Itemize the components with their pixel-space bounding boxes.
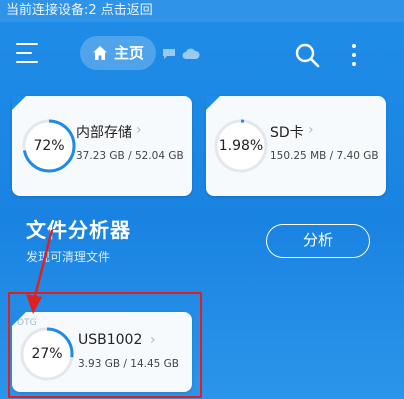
internal-usage-percent: 72% — [33, 138, 65, 154]
file-analyzer-title: 文件分析器 — [26, 218, 131, 242]
message-icon[interactable] — [162, 48, 176, 60]
annotation-highlight-box — [8, 292, 202, 398]
chevron-right-icon: › — [136, 122, 142, 138]
more-vert-icon[interactable] — [348, 42, 360, 68]
status-bar-text[interactable]: 当前连接设备:2 点击返回 — [6, 3, 153, 18]
status-bar[interactable]: 当前连接设备:2 点击返回 — [0, 0, 404, 22]
card-corner-notch — [206, 96, 220, 110]
home-tab[interactable]: 主页 — [80, 36, 156, 70]
internal-storage-title: 内部存储 — [76, 125, 132, 141]
card-corner-notch — [12, 96, 26, 110]
home-icon — [93, 46, 107, 60]
cloud-icon[interactable] — [182, 47, 200, 61]
sdcard-storage-card[interactable]: 1.98% SD卡 › 150.25 MB / 7.40 GB — [206, 96, 386, 196]
toolbar: 主页 — [0, 30, 404, 80]
sdcard-storage-size: 150.25 MB / 7.40 GB — [270, 150, 379, 162]
internal-storage-card[interactable]: 72% 内部存储 › 37.23 GB / 52.04 GB — [12, 96, 192, 196]
sdcard-storage-title: SD卡 — [270, 125, 304, 141]
analyze-button[interactable]: 分析 — [266, 224, 370, 258]
internal-storage-size: 37.23 GB / 52.04 GB — [76, 150, 184, 162]
file-analyzer-subtitle: 发现可清理文件 — [26, 250, 111, 264]
sdcard-usage-percent: 1.98% — [218, 138, 264, 154]
chevron-right-icon: › — [308, 122, 314, 138]
home-tab-label: 主页 — [114, 44, 145, 62]
search-icon[interactable] — [294, 42, 320, 68]
menu-icon[interactable] — [16, 42, 40, 64]
